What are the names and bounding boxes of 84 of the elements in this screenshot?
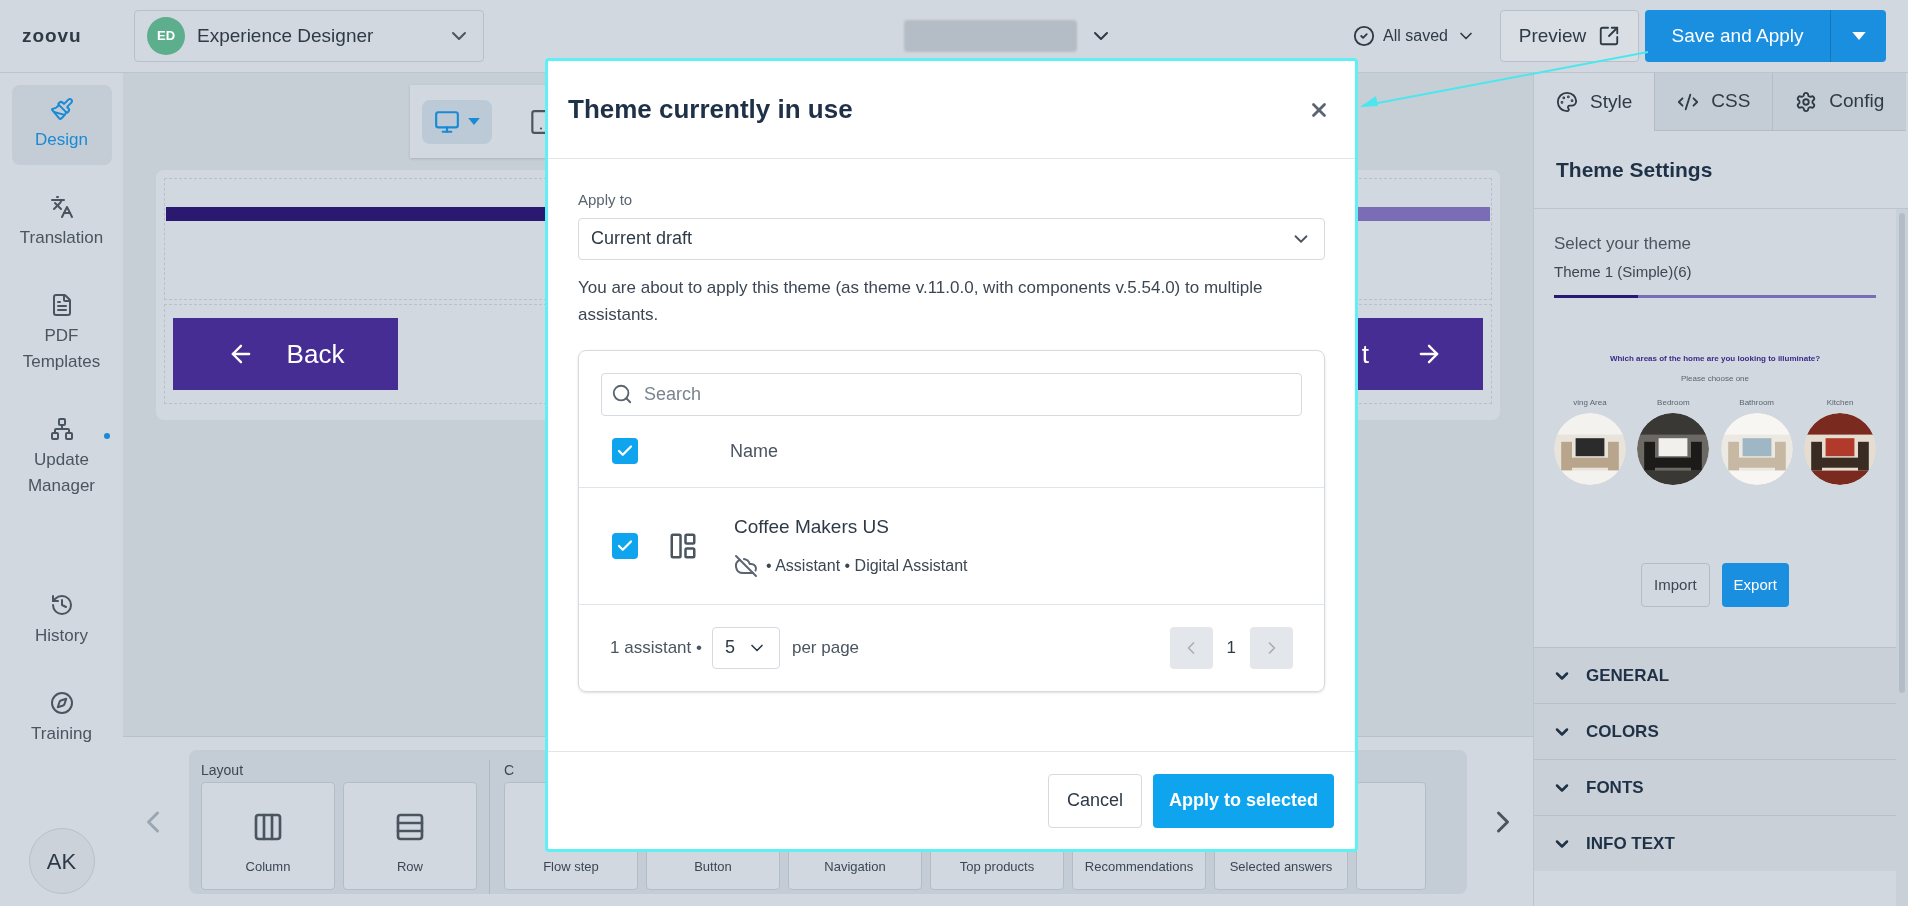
compass-icon bbox=[49, 690, 74, 715]
search-icon bbox=[611, 382, 633, 405]
apply-to-select[interactable]: Current draft bbox=[578, 217, 1325, 260]
accordion-section[interactable]: GENERAL bbox=[1534, 647, 1896, 703]
preview-hint: Please choose one bbox=[1680, 373, 1750, 385]
panel-tab[interactable]: Config bbox=[1772, 73, 1907, 131]
caret-down-icon bbox=[468, 118, 480, 125]
accordion-section[interactable]: COLORS bbox=[1534, 703, 1896, 759]
tile-label: Row bbox=[397, 858, 423, 876]
sidebar-label: History bbox=[34, 624, 89, 647]
sidebar-item[interactable]: Training bbox=[11, 678, 112, 759]
dialog-title: Theme currently in use bbox=[568, 93, 853, 126]
tile-label: Button bbox=[694, 858, 732, 876]
columns-icon bbox=[252, 811, 284, 843]
sidebar-label: Training bbox=[30, 722, 93, 745]
tile-label: Recommendations bbox=[1084, 858, 1194, 876]
option-label: Kitchen bbox=[1826, 397, 1854, 409]
cloud-off-icon bbox=[734, 553, 758, 578]
settings-icon bbox=[1795, 90, 1818, 113]
save-options-button[interactable] bbox=[1830, 10, 1886, 62]
tile-label: Top products bbox=[959, 858, 1035, 876]
save-status: All saved bbox=[1383, 26, 1448, 46]
check-circle-icon bbox=[1353, 25, 1376, 47]
desktop-view-button[interactable] bbox=[422, 99, 492, 144]
section-title: INFO TEXT bbox=[1586, 832, 1675, 855]
back-button[interactable]: Back bbox=[173, 318, 398, 390]
page-number: 1 bbox=[1226, 636, 1236, 659]
component-tile[interactable]: Column bbox=[201, 781, 335, 890]
component-tile[interactable]: Row bbox=[343, 781, 477, 890]
sidebar-label: Translation bbox=[18, 227, 105, 249]
option-label: Bedroom bbox=[1657, 397, 1690, 409]
option-label: Bathroom bbox=[1739, 397, 1774, 409]
sidebar-label: Design bbox=[34, 129, 89, 151]
page-size-select[interactable]: 5 bbox=[711, 626, 780, 669]
accordion-section[interactable]: FONTS bbox=[1534, 759, 1896, 815]
column-header: Name bbox=[730, 439, 778, 463]
panel-heading: Theme Settings bbox=[1556, 156, 1713, 183]
user-avatar[interactable]: AK bbox=[28, 828, 95, 894]
sidebar-item[interactable]: Update Manager bbox=[11, 405, 112, 511]
hierarchy-icon bbox=[49, 417, 74, 441]
per-page-label: per page bbox=[791, 636, 860, 659]
product-name: Experience Designer bbox=[197, 23, 375, 48]
monitor-icon bbox=[434, 108, 460, 135]
import-button[interactable]: Import bbox=[1641, 563, 1710, 607]
logo: zoovu bbox=[22, 23, 83, 48]
product-selector[interactable]: ED Experience Designer bbox=[134, 10, 484, 62]
cancel-button[interactable]: Cancel bbox=[1047, 773, 1142, 828]
checkbox[interactable] bbox=[612, 438, 638, 464]
theme-name: Theme 1 (Simple)(6) bbox=[1554, 261, 1693, 282]
checkbox[interactable] bbox=[612, 532, 638, 559]
rows-icon bbox=[394, 811, 426, 843]
assistant-count: 1 assistant • bbox=[610, 636, 702, 659]
brush-icon bbox=[49, 97, 74, 121]
option-label: ving Area bbox=[1573, 397, 1607, 409]
group-title: Layout bbox=[201, 760, 245, 780]
accordion-section[interactable]: INFO TEXT bbox=[1534, 815, 1896, 871]
section-title: GENERAL bbox=[1586, 664, 1670, 687]
history-icon bbox=[49, 592, 74, 617]
external-link-icon bbox=[1598, 25, 1621, 47]
tile-label: Selected answers bbox=[1229, 858, 1333, 876]
tile-label: Column bbox=[245, 858, 291, 876]
component-tile[interactable] bbox=[1356, 781, 1426, 890]
tile-label: Flow step bbox=[543, 858, 599, 876]
sidebar-label: PDF Templates bbox=[21, 325, 102, 373]
preview-question: Which areas of the home are you looking to illuminate? bbox=[1609, 353, 1821, 365]
assistant-name: Coffee Makers US bbox=[734, 515, 890, 540]
sidebar-item[interactable]: History bbox=[11, 580, 112, 661]
search-field[interactable]: Search bbox=[601, 372, 1302, 416]
assistant-meta: • Assistant • Digital Assistant bbox=[766, 555, 968, 576]
field-label: Apply to bbox=[578, 190, 634, 210]
tile-label: Navigation bbox=[824, 858, 886, 876]
sidebar-label: Update Manager bbox=[26, 449, 97, 497]
palette-icon bbox=[1556, 91, 1578, 113]
translate-icon bbox=[49, 195, 74, 219]
group-title: C bbox=[504, 760, 516, 780]
caret-down-icon bbox=[1851, 32, 1866, 40]
product-badge: ED bbox=[147, 17, 185, 55]
theme-label: Select your theme bbox=[1554, 233, 1692, 255]
preview-button[interactable]: Preview bbox=[1500, 10, 1639, 62]
section-title: FONTS bbox=[1586, 776, 1644, 799]
sidebar-item[interactable]: Translation bbox=[11, 183, 112, 263]
panel-tab[interactable]: CSS bbox=[1654, 73, 1773, 131]
sidebar-item[interactable]: PDF Templates bbox=[11, 281, 112, 387]
section-title: COLORS bbox=[1586, 720, 1659, 743]
